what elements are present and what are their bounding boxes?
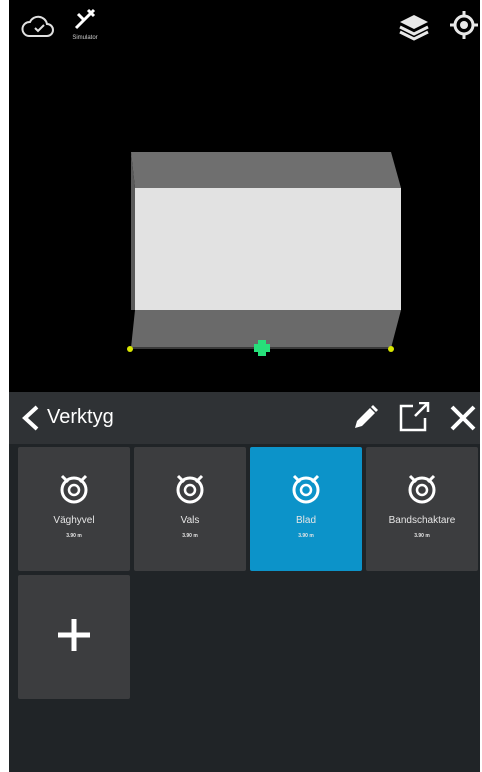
blade-model [131, 152, 401, 356]
pencil-icon [355, 405, 378, 428]
corner-marker-left [127, 346, 133, 352]
tool-name: Väghyvel [53, 515, 95, 526]
3d-viewport[interactable] [9, 48, 480, 392]
tool-icon [60, 474, 88, 504]
tool-name: Bandschaktare [388, 515, 456, 526]
edit-button[interactable] [349, 402, 381, 434]
layers-icon[interactable] [397, 12, 431, 42]
tool-size: 3.90 m [414, 533, 430, 539]
back-button[interactable] [17, 404, 45, 432]
tool-icon [292, 474, 320, 504]
open-external-icon [399, 401, 430, 432]
tool-panel: Verktyg Väghyvel 3.90 m Vals 3.90 m Blad… [9, 392, 480, 772]
tool-tile-blad[interactable]: Blad 3.90 m [250, 447, 362, 571]
tool-tile-bandschaktare[interactable]: Bandschaktare 3.90 m [366, 447, 478, 571]
tool-name: Vals [180, 515, 200, 526]
cloud-icon[interactable] [21, 14, 55, 40]
tool-icon [408, 474, 436, 504]
corner-marker-right [388, 346, 394, 352]
tool-icon [176, 474, 204, 504]
tool-name: Blad [295, 515, 316, 526]
tool-size: 3.90 m [298, 533, 314, 539]
gps-caption: Simulator [72, 35, 98, 41]
open-external-button[interactable] [397, 401, 431, 434]
close-button[interactable] [447, 402, 479, 434]
add-tool-button[interactable] [18, 575, 130, 699]
tool-tile-vals[interactable]: Vals 3.90 m [134, 447, 246, 571]
tool-panel-title: Verktyg [47, 406, 114, 428]
tool-tile-vaghyvel[interactable]: Väghyvel 3.90 m [18, 447, 130, 571]
tool-panel-toolbar: Verktyg [9, 392, 480, 444]
satellite-off-icon[interactable]: Simulator [67, 6, 103, 46]
close-icon [450, 405, 476, 431]
locate-icon[interactable] [449, 10, 479, 40]
chevron-left-icon [22, 405, 39, 431]
tool-size: 3.90 m [66, 533, 82, 539]
tool-size: 3.90 m [182, 533, 198, 539]
app-screen: Simulator Verktyg Väghyvel 3.90 m Vals 3… [9, 0, 480, 772]
plus-icon [58, 619, 90, 651]
